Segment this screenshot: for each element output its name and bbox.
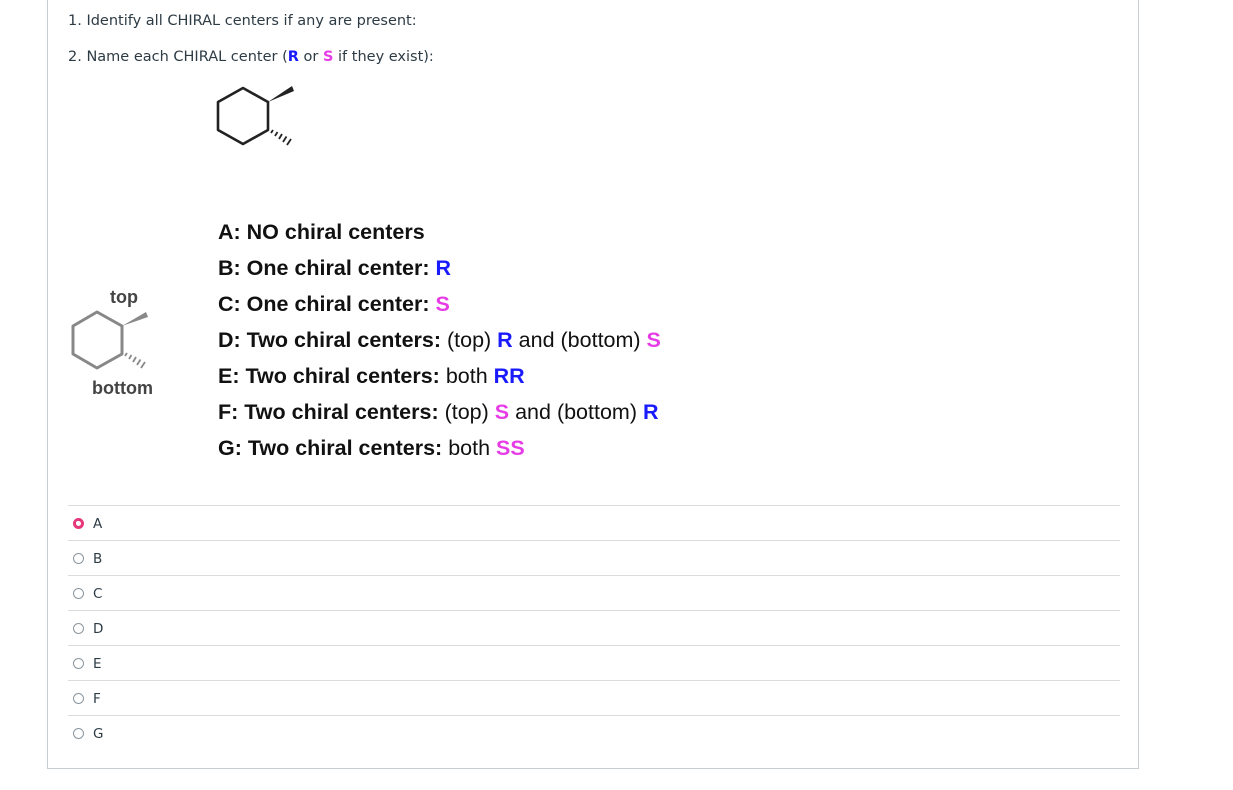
answer-key-text: (top) <box>444 400 495 424</box>
choice-option-b[interactable]: B <box>68 540 1120 575</box>
answer-key-line: D: Two chiral centers: (top) R and (bott… <box>218 328 661 353</box>
answer-key-text: (top) <box>446 328 498 352</box>
choice-option-c[interactable]: C <box>68 575 1120 610</box>
answer-key-line: A: NO chiral centers <box>218 220 425 245</box>
answer-key-text: and (bottom) <box>512 328 647 352</box>
choice-option-g[interactable]: G <box>68 715 1120 750</box>
radio-icon[interactable] <box>73 693 84 704</box>
answer-key-heading: E: Two chiral centers: <box>218 364 446 388</box>
s-designation: SS <box>496 436 525 460</box>
question-line-2-suffix: if they exist): <box>333 49 434 65</box>
or-text: or <box>298 49 323 65</box>
radio-icon[interactable] <box>73 623 84 634</box>
choice-option-d[interactable]: D <box>68 610 1120 645</box>
answer-key-text: and (bottom) <box>509 400 643 424</box>
r-designation: R <box>435 256 451 280</box>
molecule-structure-labeled <box>71 310 148 370</box>
choice-label: F <box>93 691 101 707</box>
choice-label: D <box>93 621 104 637</box>
answer-key-heading: D: Two chiral centers: <box>218 328 447 352</box>
answer-key-heading: F: Two chiral centers: <box>218 400 445 424</box>
s-designation: S <box>646 328 661 352</box>
answer-key-line: G: Two chiral centers: both SS <box>218 436 525 461</box>
choice-label: B <box>93 551 103 567</box>
answer-key-line: B: One chiral center: R <box>218 256 451 281</box>
answer-key-heading: G: Two chiral centers: <box>218 436 449 460</box>
choice-option-e[interactable]: E <box>68 645 1120 680</box>
hash-bond <box>270 129 292 146</box>
r-designation: RR <box>493 364 525 388</box>
radio-icon[interactable] <box>73 658 84 669</box>
s-label: S <box>322 49 334 65</box>
answer-key-line: C: One chiral center: S <box>218 292 450 317</box>
choice-label: C <box>93 586 103 602</box>
radio-selected-icon[interactable] <box>73 518 84 529</box>
s-designation: S <box>494 400 510 424</box>
bottom-label: bottom <box>92 378 153 398</box>
question-line-2-prefix: 2. Name each CHIRAL center ( <box>68 49 288 65</box>
choice-label: G <box>93 726 104 742</box>
radio-icon[interactable] <box>73 553 84 564</box>
answer-key-text: both <box>448 436 497 460</box>
answer-key-heading: A: NO chiral centers <box>218 220 425 244</box>
answer-key-heading: C: One chiral center: <box>218 292 436 316</box>
question-line-2: 2. Name each CHIRAL center (R or S if th… <box>68 49 434 65</box>
r-label: R <box>287 49 299 65</box>
answer-key-line: E: Two chiral centers: both RR <box>218 364 525 389</box>
answer-key-line: F: Two chiral centers: (top) S and (bott… <box>218 400 659 425</box>
wedge-bond-small <box>122 312 148 326</box>
choice-label: E <box>93 656 102 672</box>
r-designation: R <box>642 400 659 424</box>
question-line-1: 1. Identify all CHIRAL centers if any ar… <box>68 13 417 29</box>
cyclohexane-ring <box>216 86 270 146</box>
radio-icon[interactable] <box>73 588 84 599</box>
choice-label: A <box>93 516 103 532</box>
radio-icon[interactable] <box>73 728 84 739</box>
wedge-bond <box>268 86 294 102</box>
answer-key-heading: B: One chiral center: <box>218 256 436 280</box>
cyclohexane-ring-small <box>71 310 124 370</box>
molecule-structure-main <box>216 86 294 146</box>
answer-key-text: both <box>445 364 494 388</box>
choice-option-f[interactable]: F <box>68 680 1120 715</box>
choice-option-a[interactable]: A <box>68 505 1120 540</box>
s-designation: S <box>435 292 450 316</box>
hash-bond-small <box>124 352 146 369</box>
r-designation: R <box>497 328 513 352</box>
